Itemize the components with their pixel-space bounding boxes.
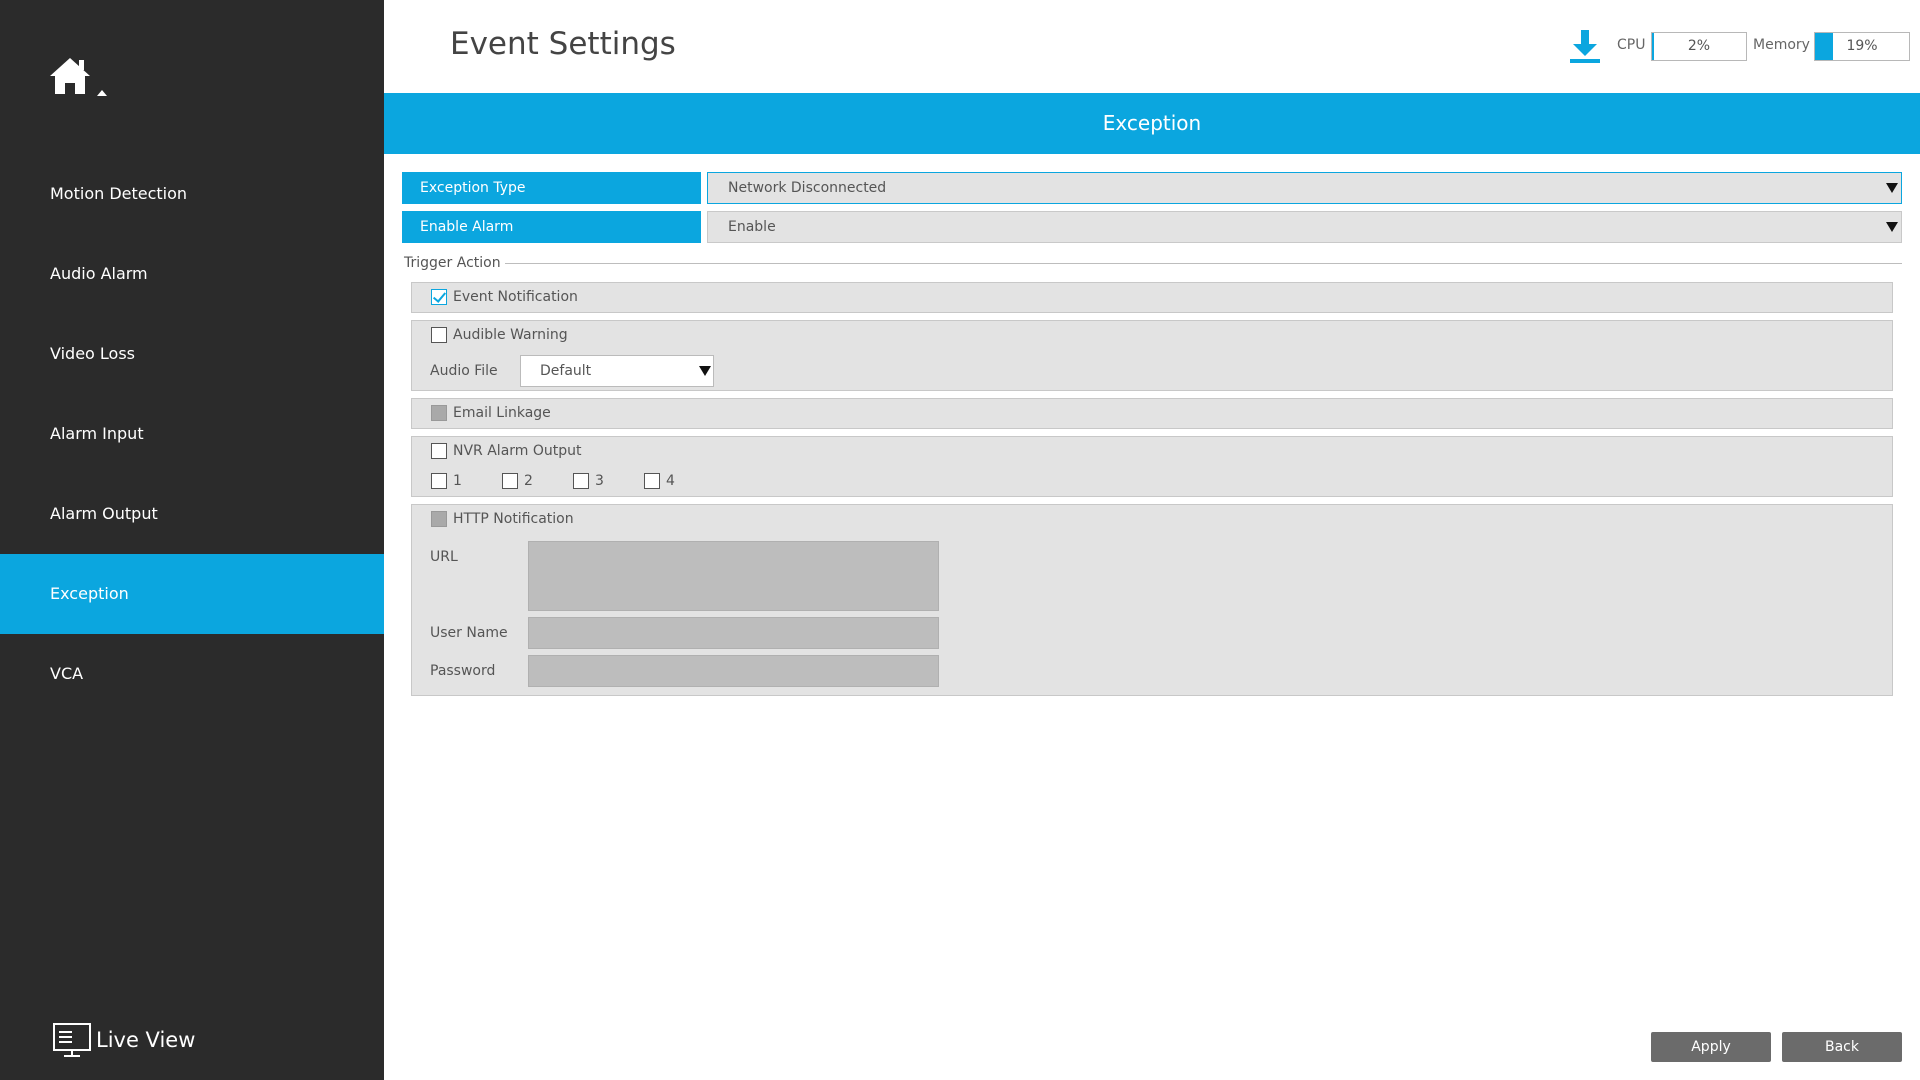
exception-type-value: Network Disconnected — [728, 180, 887, 196]
password-label: Password — [430, 663, 496, 679]
checkbox-icon — [573, 473, 589, 489]
checkbox-disabled-icon — [431, 405, 447, 421]
sidebar-item-motion-detection[interactable]: Motion Detection — [0, 154, 384, 234]
checkbox-icon — [431, 327, 447, 343]
checkbox-icon — [431, 443, 447, 459]
sidebar-item-label: Motion Detection — [50, 184, 188, 203]
trigger-action-divider — [404, 263, 1902, 264]
enable-alarm-label: Enable Alarm — [402, 211, 701, 243]
sidebar-item-label: Alarm Input — [50, 424, 144, 443]
enable-alarm-select[interactable]: Enable — [707, 211, 1902, 243]
alarm-output-3-label: 3 — [595, 473, 604, 489]
memory-value: 19% — [1846, 38, 1878, 54]
memory-label: Memory — [1753, 37, 1810, 53]
email-linkage-panel: Email Linkage — [411, 398, 1893, 429]
url-label: URL — [430, 549, 458, 565]
nvr-alarm-output-checkbox[interactable]: NVR Alarm Output — [431, 443, 582, 459]
nvr-alarm-output-label: NVR Alarm Output — [453, 443, 582, 459]
username-input[interactable] — [528, 617, 939, 649]
exception-type-label: Exception Type — [402, 172, 701, 204]
email-linkage-checkbox[interactable]: Email Linkage — [431, 405, 551, 421]
apply-button[interactable]: Apply — [1651, 1032, 1771, 1062]
chevron-down-icon — [1886, 183, 1898, 193]
sidebar-item-label: Audio Alarm — [50, 264, 148, 283]
checkbox-disabled-icon — [431, 511, 447, 527]
back-button[interactable]: Back — [1782, 1032, 1902, 1062]
http-notification-panel: HTTP Notification URL User Name Password — [411, 504, 1893, 696]
section-banner: Exception — [384, 93, 1920, 154]
checkbox-icon — [431, 473, 447, 489]
checkbox-icon — [644, 473, 660, 489]
sidebar-item-video-loss[interactable]: Video Loss — [0, 314, 384, 394]
sidebar-item-alarm-output[interactable]: Alarm Output — [0, 474, 384, 554]
alarm-output-2-label: 2 — [524, 473, 533, 489]
audible-warning-panel: Audible Warning Audio File Default — [411, 320, 1893, 391]
alarm-output-4-label: 4 — [666, 473, 675, 489]
password-input[interactable] — [528, 655, 939, 687]
audible-warning-label: Audible Warning — [453, 327, 568, 343]
chevron-down-icon — [699, 366, 711, 376]
username-label: User Name — [430, 625, 508, 641]
url-input[interactable] — [528, 541, 939, 611]
cpu-value: 2% — [1687, 38, 1711, 54]
sidebar-item-exception[interactable]: Exception — [0, 554, 384, 634]
alarm-output-1-checkbox[interactable]: 1 — [431, 473, 462, 489]
enable-alarm-value: Enable — [728, 219, 776, 235]
sidebar-item-vca[interactable]: VCA — [0, 634, 384, 714]
cpu-label: CPU — [1617, 37, 1646, 53]
alarm-output-3-checkbox[interactable]: 3 — [573, 473, 604, 489]
alarm-output-1-label: 1 — [453, 473, 462, 489]
event-notification-label: Event Notification — [453, 289, 578, 305]
alarm-output-2-checkbox[interactable]: 2 — [502, 473, 533, 489]
sidebar: Motion Detection Audio Alarm Video Loss … — [0, 0, 384, 1080]
audible-warning-checkbox[interactable]: Audible Warning — [431, 327, 568, 343]
checkbox-checked-icon — [431, 289, 447, 305]
cpu-meter: 2% — [1651, 32, 1747, 61]
event-notification-panel: Event Notification — [411, 282, 1893, 313]
memory-meter-fill — [1815, 33, 1833, 60]
sidebar-item-alarm-input[interactable]: Alarm Input — [0, 394, 384, 474]
trigger-action-legend: Trigger Action — [404, 255, 505, 271]
home-icon[interactable] — [48, 54, 116, 104]
page-title: Event Settings — [450, 26, 676, 62]
memory-meter: 19% — [1814, 32, 1910, 61]
sidebar-item-label: Exception — [50, 584, 129, 603]
sidebar-item-label: Video Loss — [50, 344, 136, 363]
chevron-down-icon — [1886, 222, 1898, 232]
sidebar-item-audio-alarm[interactable]: Audio Alarm — [0, 234, 384, 314]
monitor-icon — [53, 1023, 91, 1057]
audio-file-label: Audio File — [430, 363, 498, 379]
http-notification-label: HTTP Notification — [453, 511, 574, 527]
live-view-button[interactable]: Live View — [52, 1020, 195, 1060]
live-view-label: Live View — [96, 1028, 196, 1052]
cpu-meter-fill — [1652, 33, 1654, 60]
email-linkage-label: Email Linkage — [453, 405, 551, 421]
event-notification-checkbox[interactable]: Event Notification — [431, 289, 578, 305]
alarm-output-4-checkbox[interactable]: 4 — [644, 473, 675, 489]
checkbox-icon — [502, 473, 518, 489]
nvr-alarm-output-panel: NVR Alarm Output 1 2 3 4 — [411, 436, 1893, 497]
sidebar-item-label: VCA — [50, 664, 84, 683]
exception-type-select[interactable]: Network Disconnected — [707, 172, 1902, 204]
download-icon[interactable] — [1568, 28, 1602, 64]
sidebar-item-label: Alarm Output — [50, 504, 158, 523]
audio-file-value: Default — [540, 363, 592, 379]
http-notification-checkbox[interactable]: HTTP Notification — [431, 511, 574, 527]
audio-file-select[interactable]: Default — [520, 355, 714, 387]
